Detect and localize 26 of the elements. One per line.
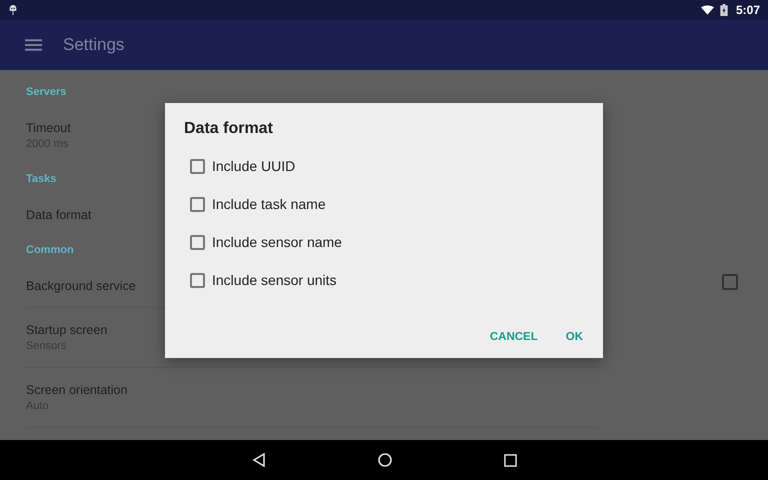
setting-title: Background service — [26, 278, 136, 294]
setting-title: Timeout — [26, 120, 71, 136]
option-label[interactable]: Include sensor units — [212, 272, 337, 288]
battery-icon — [720, 4, 728, 16]
option-label[interactable]: Include task name — [212, 196, 326, 212]
checkbox[interactable] — [190, 158, 205, 174]
section-header: Servers — [26, 85, 66, 100]
option-label[interactable]: Include sensor name — [212, 234, 342, 250]
checkbox[interactable] — [722, 274, 738, 290]
checkbox[interactable] — [190, 196, 205, 212]
app-title: Settings — [63, 35, 124, 55]
clock-time: 5:07 — [736, 3, 760, 17]
wifi-icon — [700, 5, 714, 15]
checkbox[interactable] — [190, 234, 205, 250]
setting-title: Data format — [26, 207, 92, 223]
option-label[interactable]: Include UUID — [212, 158, 296, 174]
robot-icon — [8, 4, 18, 16]
setting-title: Startup screen — [26, 322, 108, 338]
checkbox[interactable] — [190, 272, 205, 288]
dialog-title: Data format — [184, 119, 274, 139]
setting-title: Screen orientation — [26, 382, 128, 398]
recents-icon[interactable] — [504, 454, 516, 466]
home-icon[interactable] — [378, 453, 392, 467]
section-header: Tasks — [26, 172, 56, 187]
back-icon[interactable] — [252, 453, 266, 467]
section-header: Common — [26, 243, 74, 258]
